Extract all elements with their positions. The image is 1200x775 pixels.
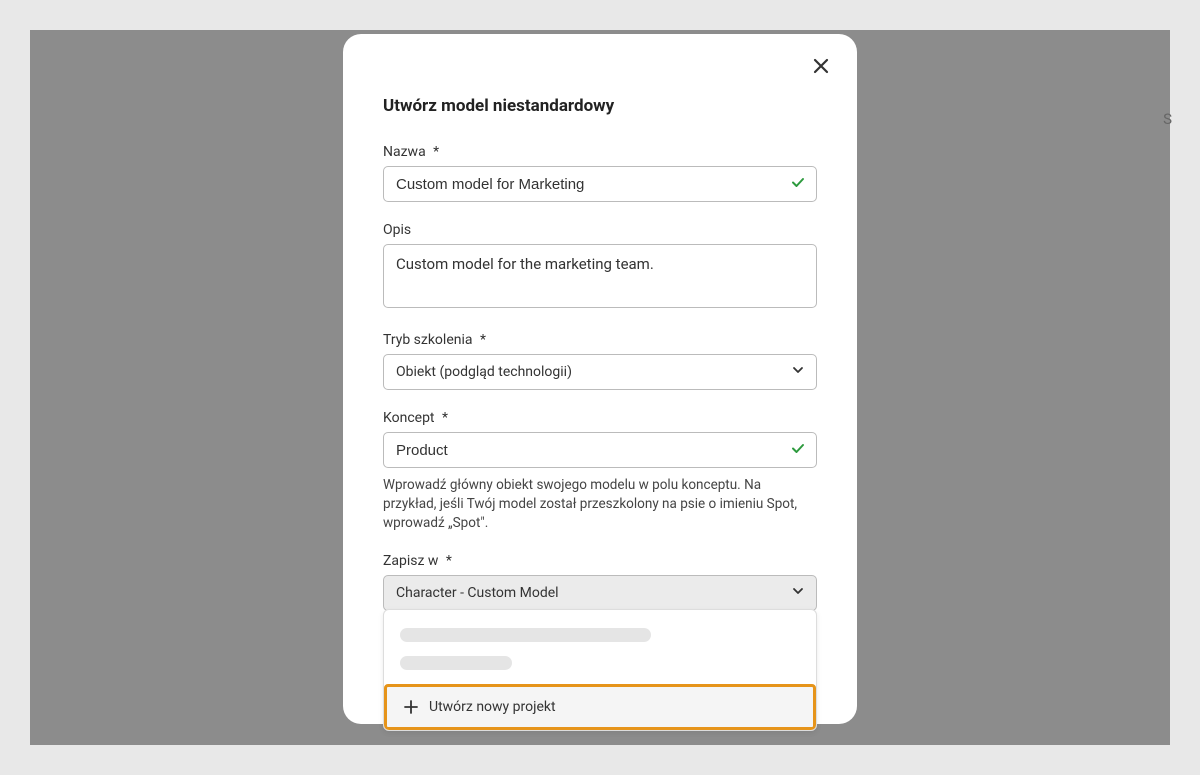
close-button[interactable] [807,52,835,80]
name-input[interactable] [383,166,817,202]
name-field-group: Nazwa * [383,144,817,202]
skeleton-placeholder [400,628,651,642]
concept-field-group: Koncept * Wprowadź główny obiekt swojego… [383,410,817,533]
concept-help-text: Wprowadź główny obiekt swojego modelu w … [383,476,817,533]
name-input-wrap [383,166,817,202]
description-field-group: Opis Custom model for the marketing team… [383,222,817,312]
required-indicator: * [480,332,486,348]
skeleton-placeholder [400,656,512,670]
create-new-project-option[interactable]: Utwórz nowy projekt [384,684,816,730]
training-mode-label: Tryb szkolenia * [383,332,817,348]
concept-label: Koncept * [383,410,817,426]
save-in-dropdown-panel: Utwórz nowy projekt [383,609,817,731]
save-in-field-group: Zapisz w * Character - Custom Model [383,553,817,611]
required-indicator: * [442,410,448,426]
background-char: S [1163,110,1172,128]
description-textarea[interactable]: Custom model for the marketing team. [383,244,817,308]
save-in-select[interactable]: Character - Custom Model [383,575,817,611]
name-label-text: Nazwa [383,144,426,160]
required-indicator: * [446,553,452,569]
create-new-project-label: Utwórz nowy projekt [429,699,556,715]
plus-icon [403,699,419,715]
name-label: Nazwa * [383,144,817,160]
chevron-down-icon [792,364,804,380]
description-label: Opis [383,222,817,238]
save-in-label: Zapisz w * [383,553,817,569]
training-mode-selected: Obiekt (podgląd technologii) [396,364,572,380]
training-mode-label-text: Tryb szkolenia [383,332,473,348]
concept-input[interactable] [383,432,817,468]
chevron-down-icon [792,585,804,601]
concept-input-wrap [383,432,817,468]
training-mode-select[interactable]: Obiekt (podgląd technologii) [383,354,817,390]
modal-title: Utwórz model niestandardowy [383,96,817,116]
create-custom-model-modal: Utwórz model niestandardowy Nazwa * Opis… [343,34,857,724]
required-indicator: * [433,144,439,160]
concept-label-text: Koncept [383,410,435,426]
save-in-label-text: Zapisz w [383,553,438,569]
close-icon [813,58,829,74]
save-in-selected: Character - Custom Model [396,585,559,601]
training-mode-field-group: Tryb szkolenia * Obiekt (podgląd technol… [383,332,817,390]
